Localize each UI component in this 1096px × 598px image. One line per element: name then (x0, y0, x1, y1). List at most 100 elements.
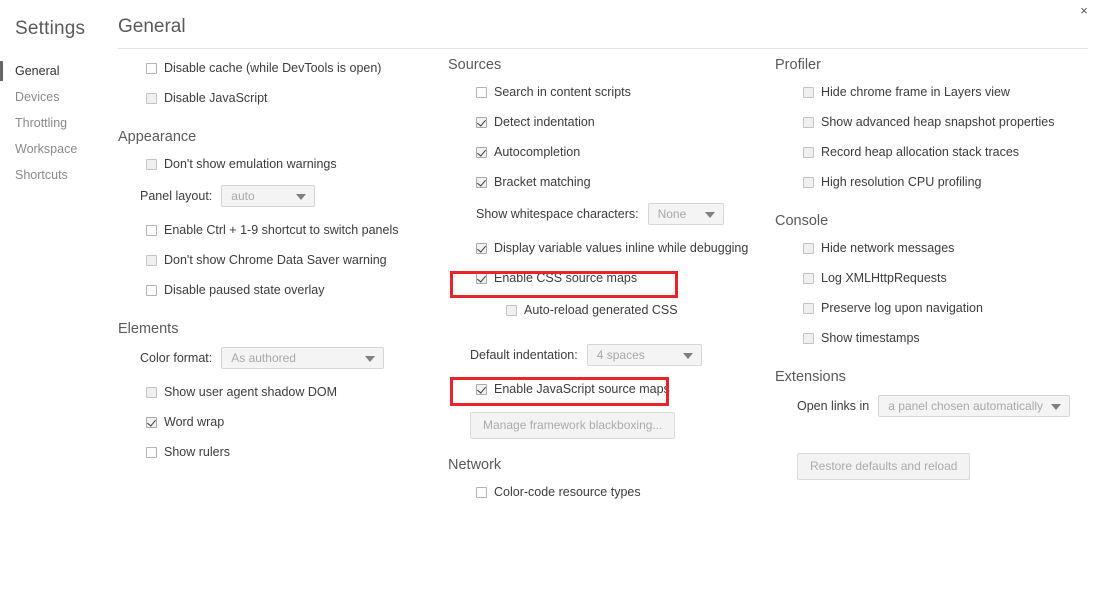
checkbox-icon-unchecked[interactable] (476, 86, 487, 98)
setting-detect-indentation[interactable]: Detect indentation (448, 111, 768, 133)
color-format-label: Color format: (140, 351, 213, 365)
settings-column-two: Sources Search in content scripts Detect… (448, 55, 768, 511)
sidebar-item-label: Workspace (15, 142, 78, 156)
setting-label: Disable paused state overlay (164, 283, 325, 297)
checkbox-icon-unchecked[interactable] (803, 146, 814, 158)
settings-main-panel: General Disable cache (while DevTools is… (118, 0, 1096, 598)
checkbox-icon-checked[interactable] (476, 146, 487, 158)
blackbox-button-wrapper: Manage framework blackboxing... (448, 412, 768, 439)
panel-layout-select[interactable]: auto (221, 185, 316, 207)
restore-button-wrapper: Restore defaults and reload (775, 453, 1095, 480)
setting-dont-show-data-saver-warning[interactable]: Don't show Chrome Data Saver warning (118, 249, 438, 271)
setting-show-timestamps[interactable]: Show timestamps (775, 327, 1095, 349)
section-heading-network: Network (448, 457, 502, 473)
checkbox-icon-checked[interactable] (476, 272, 487, 284)
setting-search-in-content-scripts[interactable]: Search in content scripts (448, 81, 768, 103)
checkbox-icon-unchecked[interactable] (146, 62, 157, 74)
setting-label: Show rulers (164, 445, 230, 459)
checkbox-icon-unchecked[interactable] (146, 158, 157, 170)
setting-show-advanced-heap-snapshot-properties[interactable]: Show advanced heap snapshot properties (775, 111, 1095, 133)
setting-show-rulers[interactable]: Show rulers (118, 441, 438, 463)
select-value: None (657, 207, 687, 221)
setting-show-user-agent-shadow-dom[interactable]: Show user agent shadow DOM (118, 381, 438, 403)
section-heading-profiler: Profiler (775, 57, 821, 73)
setting-label: Display variable values inline while deb… (494, 241, 749, 255)
setting-label: Show timestamps (821, 331, 920, 345)
title-divider (118, 48, 1088, 49)
setting-enable-ctrl-shortcut[interactable]: Enable Ctrl + 1-9 shortcut to switch pan… (118, 219, 438, 241)
sidebar-item-workspace[interactable]: Workspace (0, 136, 118, 162)
checkbox-icon-unchecked[interactable] (146, 386, 157, 398)
setting-disable-javascript[interactable]: Disable JavaScript (118, 87, 438, 109)
select-value: 4 spaces (596, 348, 645, 362)
setting-label: Don't show Chrome Data Saver warning (164, 253, 387, 267)
whitespace-select[interactable]: None (647, 203, 724, 225)
setting-enable-javascript-source-maps[interactable]: Enable JavaScript source maps (448, 378, 768, 400)
color-format-select[interactable]: As authored (221, 347, 385, 369)
settings-column-three: Profiler Hide chrome frame in Layers vie… (775, 55, 1095, 480)
section-heading-sources: Sources (448, 57, 502, 73)
setting-label: Color-code resource types (494, 485, 641, 499)
checkbox-icon-unchecked[interactable] (803, 116, 814, 128)
checkbox-icon-checked[interactable] (476, 242, 487, 254)
checkbox-icon-checked[interactable] (476, 176, 487, 188)
chevron-down-icon (682, 353, 693, 359)
setting-disable-cache[interactable]: Disable cache (while DevTools is open) (118, 57, 438, 79)
sidebar-item-shortcuts[interactable]: Shortcuts (0, 162, 118, 188)
setting-bracket-matching[interactable]: Bracket matching (448, 171, 768, 193)
restore-defaults-and-reload-button[interactable]: Restore defaults and reload (797, 453, 971, 480)
checkbox-icon-checked[interactable] (476, 383, 487, 395)
setting-color-code-resource-types[interactable]: Color-code resource types (448, 481, 768, 503)
setting-hide-chrome-frame-layers[interactable]: Hide chrome frame in Layers view (775, 81, 1095, 103)
setting-auto-reload-generated-css[interactable]: Auto-reload generated CSS (448, 299, 768, 321)
checkbox-icon-unchecked[interactable] (146, 284, 157, 296)
setting-label: Autocompletion (494, 145, 581, 159)
checkbox-icon-unchecked[interactable] (146, 224, 157, 236)
checkbox-icon-unchecked[interactable] (146, 254, 157, 266)
setting-autocompletion[interactable]: Autocompletion (448, 141, 768, 163)
setting-word-wrap[interactable]: Word wrap (118, 411, 438, 433)
setting-label: Word wrap (164, 415, 225, 429)
setting-high-resolution-cpu-profiling[interactable]: High resolution CPU profiling (775, 171, 1095, 193)
checkbox-icon-unchecked[interactable] (803, 272, 814, 284)
setting-record-heap-allocation-stack-traces[interactable]: Record heap allocation stack traces (775, 141, 1095, 163)
checkbox-icon-checked[interactable] (476, 116, 487, 128)
checkbox-icon-unchecked[interactable] (506, 304, 517, 316)
setting-display-variable-values-inline[interactable]: Display variable values inline while deb… (448, 237, 768, 259)
setting-label: Show user agent shadow DOM (164, 385, 338, 399)
setting-default-indentation: Default indentation: 4 spaces (448, 342, 768, 368)
sidebar-item-general[interactable]: General (0, 58, 118, 84)
setting-dont-show-emulation-warnings[interactable]: Don't show emulation warnings (118, 153, 438, 175)
setting-log-xmlhttprequests[interactable]: Log XMLHttpRequests (775, 267, 1095, 289)
manage-framework-blackboxing-button[interactable]: Manage framework blackboxing... (470, 412, 676, 439)
setting-disable-paused-state-overlay[interactable]: Disable paused state overlay (118, 279, 438, 301)
checkbox-icon-unchecked[interactable] (146, 446, 157, 458)
page-title: General (118, 16, 186, 37)
open-links-select[interactable]: a panel chosen automatically (878, 395, 1071, 417)
checkbox-icon-unchecked[interactable] (803, 332, 814, 344)
sidebar-item-devices[interactable]: Devices (0, 84, 118, 110)
setting-hide-network-messages[interactable]: Hide network messages (775, 237, 1095, 259)
checkbox-icon-unchecked[interactable] (146, 92, 157, 104)
setting-preserve-log-upon-navigation[interactable]: Preserve log upon navigation (775, 297, 1095, 319)
checkbox-icon-unchecked[interactable] (803, 242, 814, 254)
chevron-down-icon (365, 356, 376, 362)
chevron-down-icon (1051, 404, 1062, 410)
setting-panel-layout: Panel layout: auto (118, 183, 438, 209)
section-heading-extensions: Extensions (775, 369, 846, 385)
checkbox-icon-unchecked[interactable] (476, 486, 487, 498)
checkbox-icon-unchecked[interactable] (803, 302, 814, 314)
setting-label: Bracket matching (494, 175, 591, 189)
setting-label: Disable cache (while DevTools is open) (164, 61, 382, 75)
checkbox-icon-checked[interactable] (146, 416, 157, 428)
setting-enable-css-source-maps[interactable]: Enable CSS source maps (448, 267, 768, 289)
setting-label: Search in content scripts (494, 85, 631, 99)
checkbox-icon-unchecked[interactable] (803, 176, 814, 188)
setting-label: High resolution CPU profiling (821, 175, 982, 189)
default-indentation-select[interactable]: 4 spaces (586, 344, 702, 366)
setting-label: Log XMLHttpRequests (821, 271, 947, 285)
sidebar-item-label: Shortcuts (15, 168, 68, 182)
checkbox-icon-unchecked[interactable] (803, 86, 814, 98)
sidebar-item-throttling[interactable]: Throttling (0, 110, 118, 136)
setting-label: Enable JavaScript source maps (494, 382, 670, 396)
